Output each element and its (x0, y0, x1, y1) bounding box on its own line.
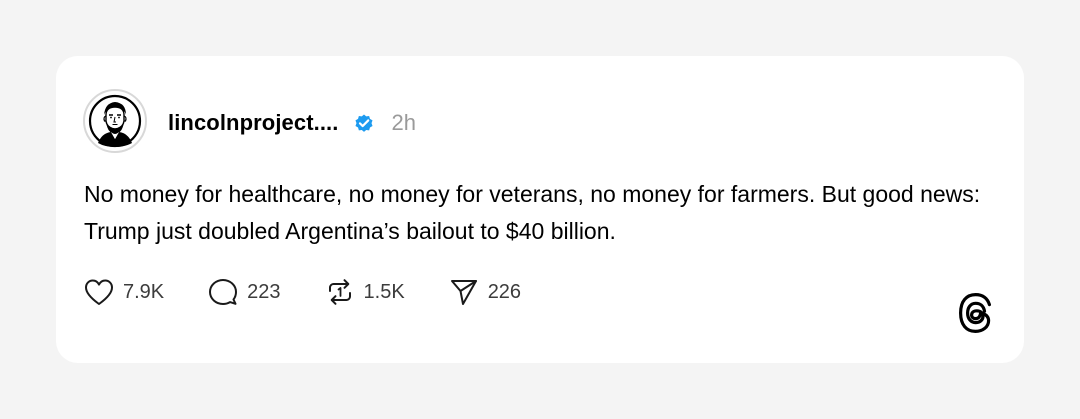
like-button[interactable]: 7.9K (83, 277, 164, 307)
repost-button[interactable]: 1.5K (324, 277, 405, 307)
repost-count: 1.5K (363, 280, 405, 303)
username[interactable]: lincolnproject.... (168, 110, 339, 136)
share-count: 226 (487, 280, 522, 303)
repost-arrows-icon (324, 277, 356, 307)
send-plane-icon (448, 277, 480, 307)
reply-count: 223 (247, 280, 281, 303)
post-timestamp: 2h (391, 110, 416, 135)
action-bar: 7.9K 223 1.5K 226 (83, 276, 564, 308)
lincoln-portrait-icon (86, 92, 144, 150)
heart-icon (83, 277, 115, 307)
reply-button[interactable]: 223 (207, 277, 281, 307)
threads-logo-icon[interactable] (955, 291, 995, 335)
post-header: lincolnproject.... 2h (168, 107, 416, 139)
verified-badge-icon (353, 112, 375, 134)
post-card: lincolnproject.... 2h No money for healt… (56, 56, 1024, 363)
share-button[interactable]: 226 (448, 277, 521, 307)
comment-bubble-icon (207, 277, 239, 307)
like-count: 7.9K (123, 280, 165, 303)
avatar[interactable] (83, 89, 147, 153)
post-text: No money for healthcare, no money for ve… (84, 181, 981, 244)
